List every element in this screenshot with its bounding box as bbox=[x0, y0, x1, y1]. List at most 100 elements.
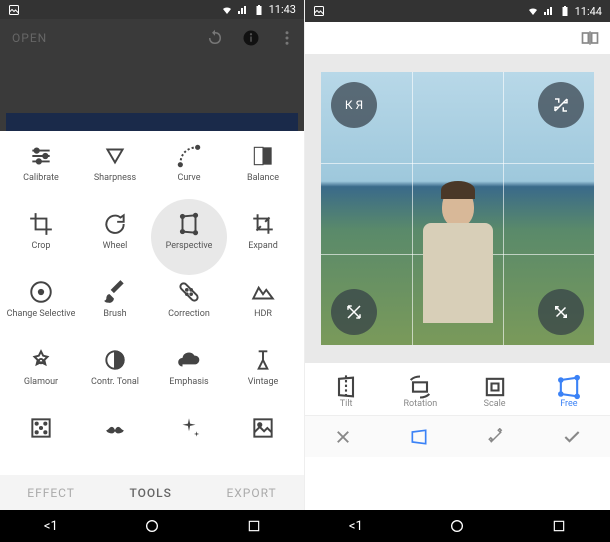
tool-perspective[interactable]: Perspective bbox=[152, 205, 226, 271]
compare-icon[interactable] bbox=[580, 28, 600, 48]
free-icon bbox=[555, 373, 583, 397]
mode-label: Scale bbox=[484, 399, 506, 409]
clock: 11:44 bbox=[575, 5, 602, 18]
tool-label: Calibrate bbox=[23, 173, 59, 183]
expand-crop-icon bbox=[250, 211, 276, 237]
mode-label: Rotation bbox=[403, 399, 437, 409]
curve-icon bbox=[176, 143, 202, 169]
grid-line bbox=[412, 72, 413, 345]
tool-label: Crop bbox=[31, 241, 50, 251]
corner-handle-bl[interactable] bbox=[331, 289, 377, 335]
tool-label: Correction bbox=[168, 309, 210, 319]
home-button[interactable] bbox=[142, 516, 162, 536]
tool-sharpness[interactable]: Sharpness bbox=[78, 137, 152, 203]
signal-icon bbox=[237, 4, 249, 16]
tool-crop[interactable]: Crop bbox=[4, 205, 78, 271]
tool-vintage[interactable]: Vintage bbox=[226, 341, 300, 407]
tool-label: Brush bbox=[103, 309, 126, 319]
corner-handle-br[interactable] bbox=[538, 289, 584, 335]
tools-panel: Calibrate Sharpness Curve Balance Crop W… bbox=[0, 131, 304, 475]
tool-label: Vintage bbox=[248, 377, 279, 387]
open-label: OPEN bbox=[12, 31, 47, 45]
tool-label: Emphasis bbox=[169, 377, 208, 387]
tool-label: HDR bbox=[254, 309, 272, 319]
battery-icon bbox=[559, 5, 571, 17]
tool-wheel[interactable]: Wheel bbox=[78, 205, 152, 271]
tool-image[interactable] bbox=[226, 409, 300, 475]
more-icon[interactable] bbox=[278, 29, 296, 47]
mode-rotation[interactable]: Rotation bbox=[385, 373, 455, 409]
corner-handle-tr[interactable] bbox=[538, 82, 584, 128]
tool-change-selective[interactable]: Change Selective bbox=[4, 273, 78, 339]
hdr-icon bbox=[250, 279, 276, 305]
wifi-icon bbox=[221, 4, 233, 16]
tool-frame[interactable] bbox=[4, 409, 78, 475]
photo-canvas[interactable]: К Я bbox=[321, 72, 594, 345]
mode-free[interactable]: Free bbox=[534, 373, 604, 409]
home-button[interactable] bbox=[447, 516, 467, 536]
info-icon[interactable] bbox=[242, 29, 260, 47]
tool-brush[interactable]: Brush bbox=[78, 273, 152, 339]
topbar-right bbox=[305, 22, 610, 54]
tool-label: Expand bbox=[248, 241, 278, 251]
mode-label: Tilt bbox=[340, 399, 353, 409]
tool-balance[interactable]: Balance bbox=[226, 137, 300, 203]
tab-export[interactable]: EXPORT bbox=[226, 486, 276, 500]
back-button[interactable]: <1 bbox=[41, 516, 61, 536]
grid-line bbox=[503, 72, 504, 345]
tool-glamour[interactable]: Glamour bbox=[4, 341, 78, 407]
rotation-icon bbox=[406, 373, 434, 397]
tool-sparkle[interactable] bbox=[152, 409, 226, 475]
refresh-icon[interactable] bbox=[206, 29, 224, 47]
corner-handle-tl[interactable]: К Я bbox=[331, 82, 377, 128]
wifi-icon bbox=[527, 5, 539, 17]
picture-icon bbox=[313, 5, 325, 17]
tool-label: Glamour bbox=[24, 377, 58, 387]
tab-effect[interactable]: EFFECT bbox=[27, 486, 75, 500]
recent-button[interactable] bbox=[244, 516, 264, 536]
tool-expand[interactable]: Expand bbox=[226, 205, 300, 271]
frame-icon bbox=[28, 415, 54, 441]
apply-button[interactable] bbox=[552, 417, 592, 457]
tool-curve[interactable]: Curve bbox=[152, 137, 226, 203]
tonal-icon bbox=[102, 347, 128, 373]
tilt-icon bbox=[332, 373, 360, 397]
status-bar-right: 11:44 bbox=[305, 0, 610, 22]
triangle-down-icon bbox=[102, 143, 128, 169]
photo-subject bbox=[418, 181, 498, 331]
tool-contr-tonal[interactable]: Contr. Tonal bbox=[78, 341, 152, 407]
selective-icon bbox=[28, 279, 54, 305]
cancel-button[interactable] bbox=[323, 417, 363, 457]
tool-calibrate[interactable]: Calibrate bbox=[4, 137, 78, 203]
sparkle-icon bbox=[176, 415, 202, 441]
tool-correction[interactable]: Correction bbox=[152, 273, 226, 339]
tool-hdr[interactable]: HDR bbox=[226, 273, 300, 339]
perspective-icon bbox=[176, 211, 202, 237]
mode-bar: Tilt Rotation Scale Free bbox=[305, 363, 610, 415]
glamour-icon bbox=[28, 347, 54, 373]
dimmed-backdrop: OPEN bbox=[0, 19, 304, 131]
bottom-tabs: EFFECT TOOLS EXPORT bbox=[0, 475, 304, 510]
tool-grid: Calibrate Sharpness Curve Balance Crop W… bbox=[0, 131, 304, 475]
auto-button[interactable] bbox=[476, 417, 516, 457]
wb-icon bbox=[250, 143, 276, 169]
tool-mustache[interactable] bbox=[78, 409, 152, 475]
tool-emphasis[interactable]: Emphasis bbox=[152, 341, 226, 407]
tool-label: Curve bbox=[177, 173, 200, 183]
scale-icon bbox=[481, 373, 509, 397]
crop-icon bbox=[28, 211, 54, 237]
tool-label: Sharpness bbox=[94, 173, 136, 183]
screen-perspective: 11:44 К Я Tilt bbox=[305, 0, 610, 510]
mode-scale[interactable]: Scale bbox=[460, 373, 530, 409]
recent-button[interactable] bbox=[549, 516, 569, 536]
shape-button[interactable] bbox=[399, 417, 439, 457]
back-button[interactable]: <1 bbox=[346, 516, 366, 536]
vintage-icon bbox=[250, 347, 276, 373]
mustache-icon bbox=[102, 415, 128, 441]
screen-tools: 11:43 OPEN Calibrate Sharpness Curve Bal bbox=[0, 0, 305, 510]
clock: 11:43 bbox=[269, 3, 296, 16]
tab-tools[interactable]: TOOLS bbox=[129, 486, 171, 500]
bandaid-icon bbox=[176, 279, 202, 305]
tool-label: Change Selective bbox=[7, 309, 76, 319]
mode-tilt[interactable]: Tilt bbox=[311, 373, 381, 409]
